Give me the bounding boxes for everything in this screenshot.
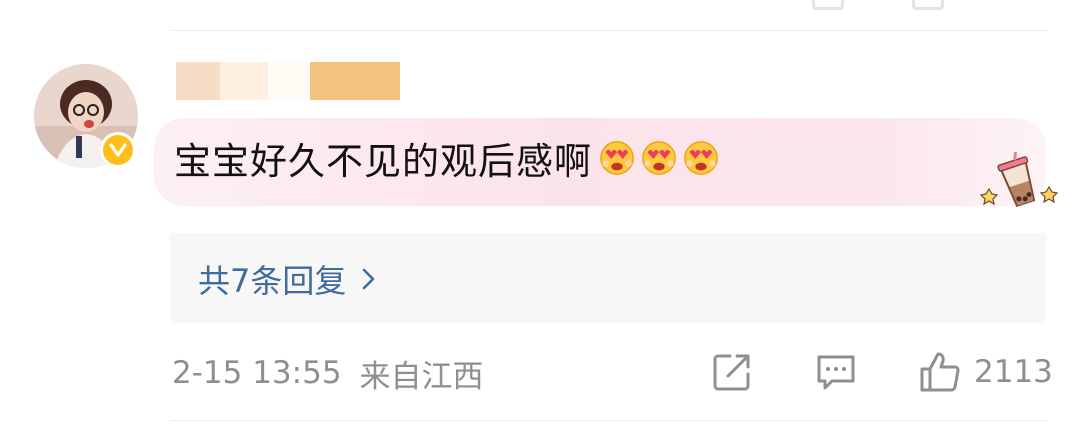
bottom-divider <box>170 420 1048 421</box>
view-replies-link[interactable]: 共7条回复 <box>198 258 378 300</box>
thumbs-up-icon <box>920 352 960 392</box>
share-icon <box>713 354 750 391</box>
heart-eyes-emoji-icon <box>684 141 718 175</box>
heart-eyes-emoji-icon <box>600 141 634 175</box>
top-divider <box>170 30 1048 31</box>
like-count: 2113 <box>974 354 1053 390</box>
share-button[interactable] <box>710 348 754 396</box>
heart-eyes-emoji-icon <box>642 141 676 175</box>
like-button[interactable]: 2113 <box>918 348 1053 396</box>
comment-meta: 2-15 13:55 来自江西 <box>172 352 484 395</box>
emoji-group <box>598 139 720 177</box>
comment-icon <box>817 355 855 390</box>
bubble-tea-decoration-icon <box>979 152 1059 207</box>
timestamp: 2-15 13:55 <box>172 355 342 391</box>
previous-comment-icon <box>912 0 944 10</box>
location: 来自江西 <box>359 358 484 395</box>
view-replies-label: 共7条回复 <box>198 262 347 300</box>
chevron-right-icon <box>363 268 375 290</box>
comment-button[interactable] <box>814 348 858 396</box>
previous-comment-edge <box>0 0 1080 10</box>
previous-share-icon <box>812 0 844 10</box>
comment-content: 宝宝好久不见的观后感啊 <box>174 134 720 183</box>
verified-badge-icon <box>100 132 136 168</box>
username-redacted[interactable] <box>176 62 406 100</box>
comment-text: 宝宝好久不见的观后感啊 <box>174 140 592 183</box>
